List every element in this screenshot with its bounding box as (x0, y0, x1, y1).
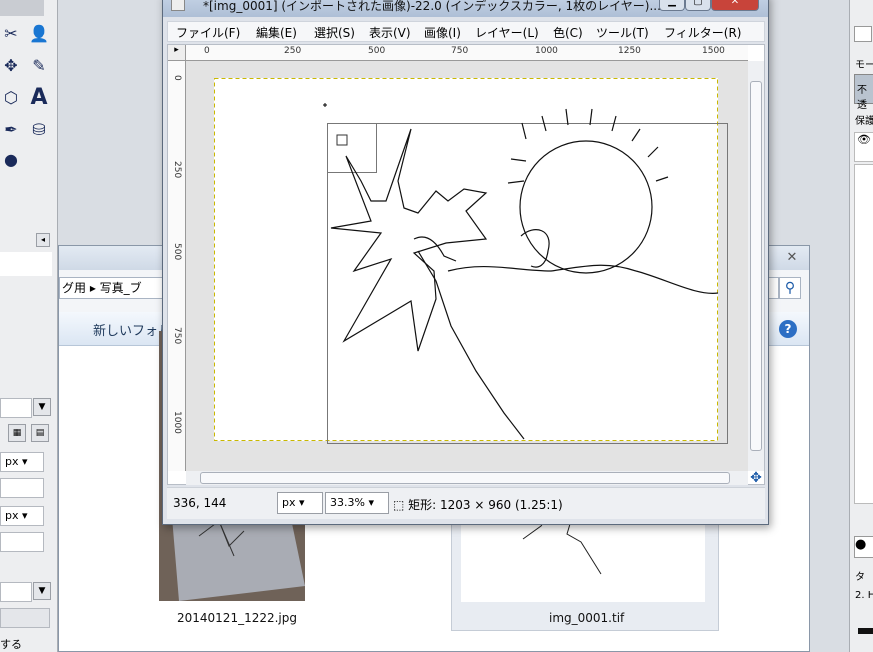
gimp-toolbox: ✂ 👤 ✥ ✎ ⬡ A ✒ ⛁ ● ◂ ▼ ▦ ▤ px ▾ px ▾ ▼ する (0, 0, 58, 652)
scissors-select-icon[interactable]: ✂ (0, 22, 22, 44)
chevron-down-icon[interactable]: ▼ (33, 582, 51, 600)
lock-label: 保護 (855, 116, 873, 127)
toolbox-header (0, 0, 44, 16)
menu-file[interactable]: ファイル(F) (176, 24, 240, 41)
menu-filters[interactable]: フィルター(R) (664, 24, 741, 41)
vertical-scrollbar[interactable] (748, 61, 764, 471)
file-name-tif[interactable]: img_0001.tif (549, 611, 624, 625)
unit-select[interactable]: px ▾ (277, 492, 323, 514)
menu-view[interactable]: 表示(V) (369, 24, 411, 41)
zoom-select[interactable]: 33.3% ▾ (325, 492, 389, 514)
eye-icon[interactable]: 👁 (854, 132, 873, 162)
menubar: ファイル(F) 編集(E) 選択(S) 表示(V) 画像(I) レイヤー(L) … (167, 21, 765, 42)
tag-input[interactable]: タ (855, 568, 865, 583)
option-image-icon[interactable]: ▤ (31, 424, 49, 442)
ruler-v-label: 1000 (172, 411, 182, 434)
unit-select-1[interactable]: px ▾ (0, 452, 44, 472)
ruler-v-label: 250 (172, 161, 182, 179)
close-icon[interactable]: ✕ (781, 249, 803, 266)
menu-colors[interactable]: 色(C) (553, 24, 583, 41)
drawing-layer (214, 78, 728, 444)
unit-select-1-label: px (5, 455, 19, 468)
ruler-h-label: 750 (451, 46, 469, 56)
menu-image[interactable]: 画像(I) (424, 24, 461, 41)
unit-select-value: px (282, 496, 296, 509)
option-toggle-icon[interactable]: ▦ (8, 424, 26, 442)
mode-label: モー (855, 60, 873, 71)
horizontal-ruler[interactable]: 0 250 500 750 1000 1250 1500 (186, 45, 748, 61)
ruler-h-label: 0 (204, 46, 210, 56)
paths-tool-icon[interactable]: ✎ (28, 54, 50, 76)
tool-options-header (0, 252, 52, 276)
color-picker-icon[interactable]: ✒ (0, 118, 22, 140)
tool-option-select[interactable] (0, 582, 32, 602)
status-message-text: 矩形: 1203 × 960 (1.25:1) (408, 498, 563, 512)
vertical-scroll-thumb[interactable] (750, 81, 762, 451)
toolbox-bottom-text: する (0, 638, 22, 651)
ruler-h-label: 1000 (535, 46, 558, 56)
minimize-icon[interactable]: ▁ (659, 0, 685, 11)
file-name-jpg[interactable]: 20140121_1222.jpg (177, 611, 297, 625)
ruler-h-label: 500 (368, 46, 386, 56)
gimp-image-window: *[img_0001] (インポートされた画像)-22.0 (インデックスカラー… (162, 0, 769, 525)
zoom-select-value: 33.3% (330, 496, 365, 509)
menu-tools[interactable]: ツール(T) (596, 24, 649, 41)
status-message: ⬚ 矩形: 1203 × 960 (1.25:1) (393, 496, 563, 513)
pointer-coordinates: 336, 144 (173, 496, 227, 510)
ruler-v-label: 0 (172, 75, 182, 81)
image-canvas[interactable] (186, 61, 748, 471)
statusbar: 336, 144 px ▾ 33.3% ▾ ⬚ 矩形: 1203 × 960 (… (167, 487, 765, 519)
chevron-down-icon: ▾ (299, 496, 305, 509)
close-icon[interactable]: ✕ (711, 0, 759, 11)
gimp-app-icon (171, 0, 185, 11)
mode-select[interactable]: 不透 (854, 74, 873, 111)
layers-list[interactable] (854, 164, 873, 504)
ruler-v-label: 500 (172, 243, 182, 261)
menu-edit[interactable]: 編集(E) (256, 24, 297, 41)
ruler-v-label: 750 (172, 327, 182, 345)
rect-select-icon: ⬚ (393, 498, 405, 512)
canvas-area: ▸ 0 250 500 750 1000 1250 1500 0 250 500… (167, 44, 765, 485)
text-tool-icon[interactable]: A (28, 85, 50, 110)
cage-transform-icon[interactable]: ⬡ (0, 86, 22, 108)
dock-tab-icon[interactable] (854, 26, 872, 42)
chevron-down-icon: ▾ (368, 496, 374, 509)
horizontal-scrollbar[interactable] (186, 471, 748, 485)
right-dock: モー 不透 保護 👁 ● タ 2. H (849, 0, 873, 652)
bucket-fill-icon[interactable]: ⛁ (28, 118, 50, 140)
brush-preview-icon[interactable]: ● (854, 536, 873, 558)
ruler-h-label: 1250 (618, 46, 641, 56)
unit-select-2-label: px (5, 509, 19, 522)
menu-layer[interactable]: レイヤー(L) (475, 24, 539, 41)
window-title: *[img_0001] (インポートされた画像)-22.0 (インデックスカラー… (203, 0, 661, 13)
unit-select-2[interactable]: px ▾ (0, 506, 44, 526)
toolbox-collapse-icon[interactable]: ◂ (36, 233, 50, 247)
navigate-icon[interactable]: ✥ (748, 471, 764, 485)
quickmask-menu-icon[interactable]: ▸ (168, 45, 186, 61)
smudge-tool-icon[interactable]: ● (0, 148, 22, 170)
brush-shape-icon (858, 628, 873, 634)
maximize-icon[interactable]: ▢ (685, 0, 711, 11)
menu-select[interactable]: 選択(S) (314, 24, 355, 41)
spin-field-1[interactable] (0, 478, 44, 498)
ruler-h-label: 250 (284, 46, 302, 56)
help-icon[interactable]: ? (779, 320, 797, 338)
brush-name: 2. H (855, 590, 873, 601)
gimp-titlebar: *[img_0001] (インポートされた画像)-22.0 (インデックスカラー… (163, 0, 768, 17)
spin-field-2[interactable] (0, 532, 44, 552)
chevron-down-icon[interactable]: ▼ (33, 398, 51, 416)
vertical-ruler[interactable]: 0 250 500 750 1000 (168, 61, 186, 471)
horizontal-scroll-thumb[interactable] (200, 472, 730, 484)
tool-option-button[interactable] (0, 608, 50, 628)
tool-option-field[interactable] (0, 398, 32, 418)
move-tool-icon[interactable]: ✥ (0, 54, 22, 76)
mode-select-value: 不透 (857, 85, 867, 111)
ruler-h-label: 1500 (702, 46, 725, 56)
search-icon[interactable]: ⚲ (779, 277, 801, 299)
foreground-select-icon[interactable]: 👤 (28, 22, 50, 44)
